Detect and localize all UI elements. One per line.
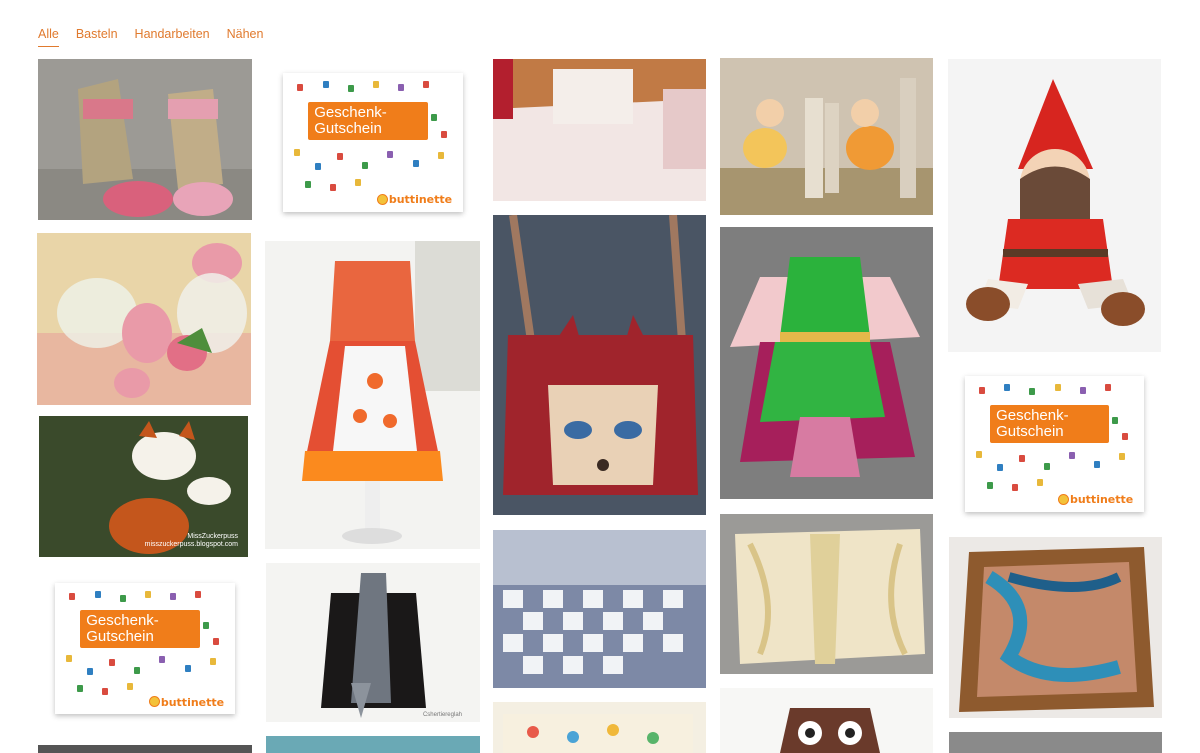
filter-naehen[interactable]: Nähen [227, 27, 264, 47]
voucher-banner: Geschenk- Gutschein [990, 404, 1110, 443]
filter-alle[interactable]: Alle [38, 27, 59, 47]
gallery-item-partial[interactable] [493, 702, 706, 753]
fox-watermark: MissZuckerpuss misszuckerpuss.blogspot.c… [144, 533, 238, 548]
voucher-card: Geschenk- Gutschein buttinette [55, 582, 235, 714]
voucher-brand: buttinette [160, 695, 225, 709]
gallery-item-partial[interactable] [266, 736, 480, 753]
voucher-banner: Geschenk- Gutschein [80, 610, 201, 649]
gallery-item-knitted-scarf[interactable]: Cshertiereglah [266, 563, 480, 722]
scarf-watermark: Cshertiereglah [422, 712, 462, 718]
gallery-item-lace-shrug[interactable] [720, 514, 933, 674]
gallery-item-gift-wrap[interactable] [493, 59, 706, 201]
gallery-item-decorated-tray[interactable] [949, 537, 1162, 718]
category-filter-bar: Alle Basteln Handarbeiten Nähen [38, 27, 263, 47]
voucher-brand: buttinette [388, 193, 453, 207]
filter-basteln[interactable]: Basteln [76, 27, 118, 47]
gallery-item-strawberry-pincushion[interactable] [37, 233, 251, 405]
gallery-item-fairy-costume[interactable] [720, 227, 933, 499]
gallery-item-voucher[interactable]: Geschenk- Gutschein buttinette [266, 59, 480, 229]
gallery-item-fabric-bags[interactable] [38, 59, 252, 220]
gallery-item-voucher[interactable]: Geschenk- Gutschein buttinette [948, 363, 1161, 528]
gallery-item-bee-figures[interactable] [720, 58, 933, 215]
gallery-item-partial[interactable] [720, 688, 933, 753]
buttinette-logo-icon [376, 194, 388, 206]
gallery-item-child-dress[interactable] [265, 241, 480, 549]
gallery-item-fox-bag[interactable] [493, 215, 706, 515]
filter-handarbeiten[interactable]: Handarbeiten [135, 27, 210, 47]
voucher-card: Geschenk- Gutschein buttinette [283, 72, 463, 212]
gallery-item-patchwork-quilt[interactable] [493, 530, 706, 688]
gallery-item-fox-plush[interactable]: MissZuckerpuss misszuckerpuss.blogspot.c… [39, 416, 248, 557]
voucher-banner: Geschenk- Gutschein [308, 101, 429, 140]
gallery-item-partial[interactable] [38, 745, 252, 753]
buttinette-logo-icon [148, 696, 160, 708]
gallery-item-crochet-elf[interactable] [948, 59, 1161, 352]
gallery-item-voucher[interactable]: Geschenk- Gutschein buttinette [38, 570, 252, 730]
voucher-brand: buttinette [1069, 493, 1134, 507]
buttinette-logo-icon [1058, 493, 1070, 505]
gallery-item-partial[interactable] [949, 732, 1162, 753]
voucher-card: Geschenk- Gutschein buttinette [965, 376, 1144, 512]
